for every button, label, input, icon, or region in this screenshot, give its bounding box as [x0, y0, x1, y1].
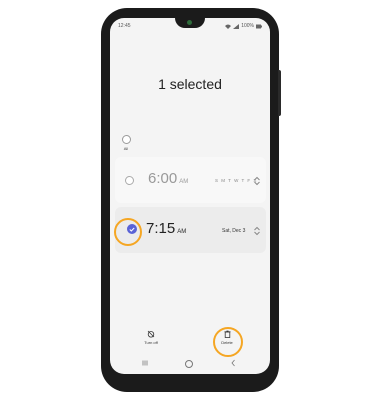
alarm-off-icon — [147, 330, 155, 338]
alarm-item[interactable]: 6:00 AM S M T W T F S — [115, 157, 266, 203]
phone-screen: 12:45 100% 1 selected All 6:00 AM S M T W… — [110, 18, 270, 374]
expand-chevron-icon[interactable] — [253, 226, 261, 236]
select-all[interactable]: All — [119, 135, 133, 151]
highlight-ring — [114, 218, 142, 246]
battery-percent: 100% — [241, 23, 254, 29]
battery-icon — [256, 24, 262, 28]
page-title: 1 selected — [158, 76, 222, 92]
select-all-label: All — [123, 146, 129, 151]
side-button — [278, 70, 281, 116]
expand-chevron-icon[interactable] — [253, 176, 261, 186]
turn-off-button[interactable]: Turn off — [136, 330, 166, 345]
status-bar: 12:45 100% — [110, 22, 270, 32]
wifi-icon — [225, 24, 232, 29]
status-time: 12:45 — [118, 23, 131, 29]
alarm-time: 7:15 AM — [146, 220, 187, 237]
alarm-repeat-days: S M T W T F S — [215, 178, 258, 183]
alarm-time: 6:00 AM — [148, 170, 189, 187]
alarm-ampm: AM — [179, 179, 189, 185]
signal-icon — [233, 23, 240, 29]
alarm-ampm: AM — [177, 229, 187, 235]
select-all-checkbox[interactable] — [121, 135, 131, 144]
highlight-ring — [213, 327, 243, 357]
alarm-select-checkbox[interactable] — [125, 176, 134, 185]
turn-off-label: Turn off — [144, 340, 158, 345]
recents-icon[interactable] — [142, 360, 148, 366]
status-icons: 100% — [225, 23, 262, 29]
home-icon[interactable] — [185, 360, 193, 368]
alarm-date: Sat, Dec 3 — [222, 228, 246, 234]
navigation-bar — [110, 358, 270, 370]
back-icon[interactable] — [230, 359, 237, 367]
